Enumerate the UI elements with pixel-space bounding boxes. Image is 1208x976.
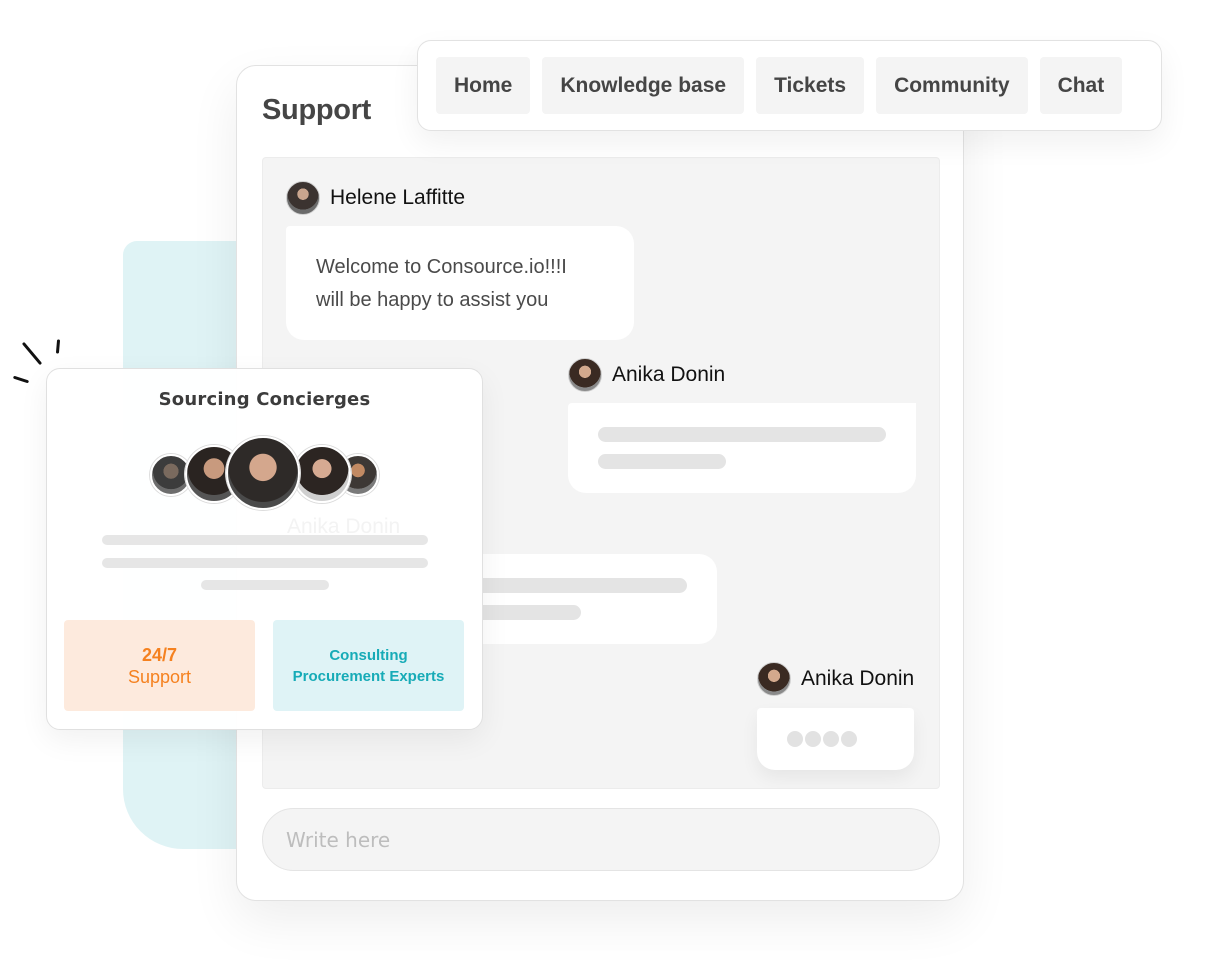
card-title: Sourcing Concierges [158, 389, 371, 410]
message-sender: Helene Laffitte [286, 181, 465, 215]
nav-chat[interactable]: Chat [1039, 57, 1123, 114]
sender-name: Anika Donin [612, 363, 726, 386]
nav-knowledge-base[interactable]: Knowledge base [542, 57, 745, 114]
nav-tickets[interactable]: Tickets [756, 57, 865, 114]
message-text-line: will be happy to assist you [316, 289, 549, 311]
spark-line-icon [21, 341, 43, 366]
concierge-avatar-featured [226, 436, 300, 510]
feature-experts-badge: Consulting Procurement Experts [273, 620, 464, 711]
skeleton-line [598, 454, 726, 469]
message-sender: Anika Donin [568, 358, 725, 392]
message-sender: Anika Donin [757, 662, 914, 696]
skeleton-line [598, 427, 886, 442]
typing-indicator [757, 708, 914, 770]
sourcing-concierges-card: Sourcing Concierges Anika Donin 24/7 Sup… [46, 368, 483, 730]
stage: Support Helene Laffitte Welcome to Conso… [0, 0, 1208, 976]
spark-line-icon [12, 375, 30, 384]
feature-line: 24/7 [141, 644, 178, 665]
skeleton-line [463, 578, 687, 593]
helene-avatar [286, 181, 320, 215]
nav-community[interactable]: Community [876, 57, 1028, 114]
nav-home[interactable]: Home [436, 57, 531, 114]
skeleton-line [201, 580, 329, 590]
feature-line: Consulting [329, 646, 408, 664]
feature-support-badge: 24/7 Support [64, 620, 255, 711]
message-bubble-placeholder [568, 403, 916, 493]
message-text-line: Welcome to Consource.io!!!I [316, 256, 567, 278]
message-input[interactable] [262, 808, 940, 871]
sender-name: Helene Laffitte [330, 186, 466, 209]
typing-dot [841, 731, 857, 747]
typing-dot [787, 731, 803, 747]
typing-dot [823, 731, 839, 747]
anika-avatar [568, 358, 602, 392]
anika-avatar [757, 662, 791, 696]
skeleton-line [102, 558, 428, 568]
message-bubble: Welcome to Consource.io!!!I will be happ… [286, 226, 634, 340]
feature-line: Support [127, 666, 192, 687]
page-title: Support [262, 94, 372, 126]
feature-line: Procurement Experts [292, 667, 445, 685]
spark-line-icon [55, 339, 61, 354]
sender-name: Anika Donin [801, 667, 915, 690]
skeleton-line [102, 535, 428, 545]
typing-dot [805, 731, 821, 747]
concierge-avatar [293, 445, 351, 503]
top-nav: Home Knowledge base Tickets Community Ch… [417, 40, 1162, 131]
